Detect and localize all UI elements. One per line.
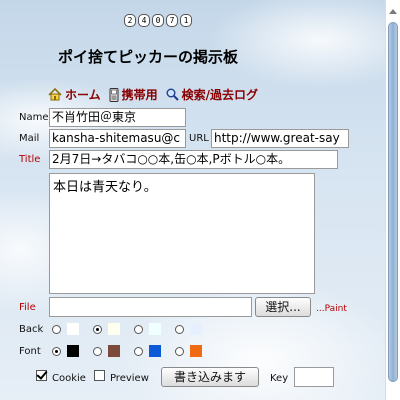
preview-label: Preview (109, 373, 149, 384)
name-field[interactable]: 不肖竹田＠東京 (49, 108, 186, 127)
home-link-label: ホーム (65, 88, 101, 102)
mail-field[interactable]: kansha-shitemasu@c (49, 129, 186, 148)
mobile-link-label: 携帯用 (121, 88, 158, 102)
font-color-radio[interactable] (52, 346, 61, 356)
title-field[interactable]: 2月7日→タバコ○○本,缶○本,Pボトル○本。 (49, 150, 338, 169)
cookie-checkbox[interactable] (36, 370, 47, 381)
vertical-scrollbar[interactable] (385, 0, 400, 400)
back-color-option[interactable] (134, 323, 161, 335)
font-color-option[interactable] (52, 345, 79, 357)
font-color-swatch (190, 345, 202, 357)
url-label: URL (189, 133, 209, 144)
back-color-swatch (108, 323, 120, 335)
mobile-link[interactable]: 携帯用 (109, 86, 158, 103)
url-field[interactable]: http://www.great-say (211, 129, 349, 148)
submit-button[interactable]: 書き込みます (161, 367, 259, 387)
paint-link[interactable]: ...Paint (316, 304, 347, 314)
back-color-radio[interactable] (93, 324, 102, 334)
font-color-swatch (67, 345, 79, 357)
nav-links: ホーム 携帯用 検索/過去ログ (48, 86, 258, 103)
search-link[interactable]: 検索/過去ログ (166, 86, 258, 103)
mail-label: Mail (19, 133, 40, 144)
home-link[interactable]: ホーム (48, 86, 101, 103)
message-body-textarea[interactable]: 本日は青天なり。 (49, 173, 315, 294)
browse-button[interactable]: 選択... (255, 297, 311, 317)
counter-digit: 7 (166, 14, 178, 27)
font-color-swatch (149, 345, 161, 357)
title-label: Title (19, 154, 41, 165)
font-color-radio[interactable] (134, 346, 143, 356)
font-color-option[interactable] (93, 345, 120, 357)
delete-key-field[interactable] (294, 367, 334, 387)
back-color-radio[interactable] (134, 324, 143, 334)
preview-checkbox[interactable] (93, 370, 105, 381)
back-color-option[interactable] (52, 323, 79, 335)
back-color-radio[interactable] (52, 324, 61, 334)
back-color-radio[interactable] (175, 324, 184, 334)
scroll-up-arrow-icon[interactable] (389, 9, 397, 14)
file-label: File (19, 302, 36, 313)
back-color-option[interactable] (175, 323, 202, 335)
counter-digit: 4 (138, 14, 150, 27)
key-label: Key (270, 373, 289, 384)
font-color-label: Font (19, 346, 41, 357)
font-color-radio[interactable] (175, 346, 184, 356)
back-color-swatch (149, 323, 161, 335)
font-color-option[interactable] (134, 345, 161, 357)
name-label: Name (19, 112, 49, 123)
font-color-swatch (108, 345, 120, 357)
font-color-option[interactable] (175, 345, 202, 357)
counter-digit: 0 (152, 14, 164, 27)
page-title: ポイ捨てピッカーの掲示板 (58, 48, 239, 66)
house-icon (48, 88, 62, 101)
scrollbar-thumb[interactable] (388, 22, 398, 382)
submit-options: Cookie Preview (36, 367, 149, 384)
file-path-field[interactable] (49, 297, 252, 317)
back-color-swatch (190, 323, 202, 335)
access-counter: 2 4 0 7 1 (124, 14, 192, 27)
search-icon (166, 88, 179, 101)
counter-digit: 1 (180, 14, 192, 27)
search-link-label: 検索/過去ログ (181, 88, 259, 102)
mobile-phone-icon (109, 87, 119, 102)
back-color-label: Back (19, 324, 44, 335)
cookie-label: Cookie (52, 373, 86, 384)
back-color-option[interactable] (93, 323, 120, 335)
back-color-swatch (67, 323, 79, 335)
counter-digit: 2 (124, 14, 136, 27)
font-color-options (52, 345, 202, 357)
font-color-radio[interactable] (93, 346, 102, 356)
back-color-options (52, 323, 202, 335)
